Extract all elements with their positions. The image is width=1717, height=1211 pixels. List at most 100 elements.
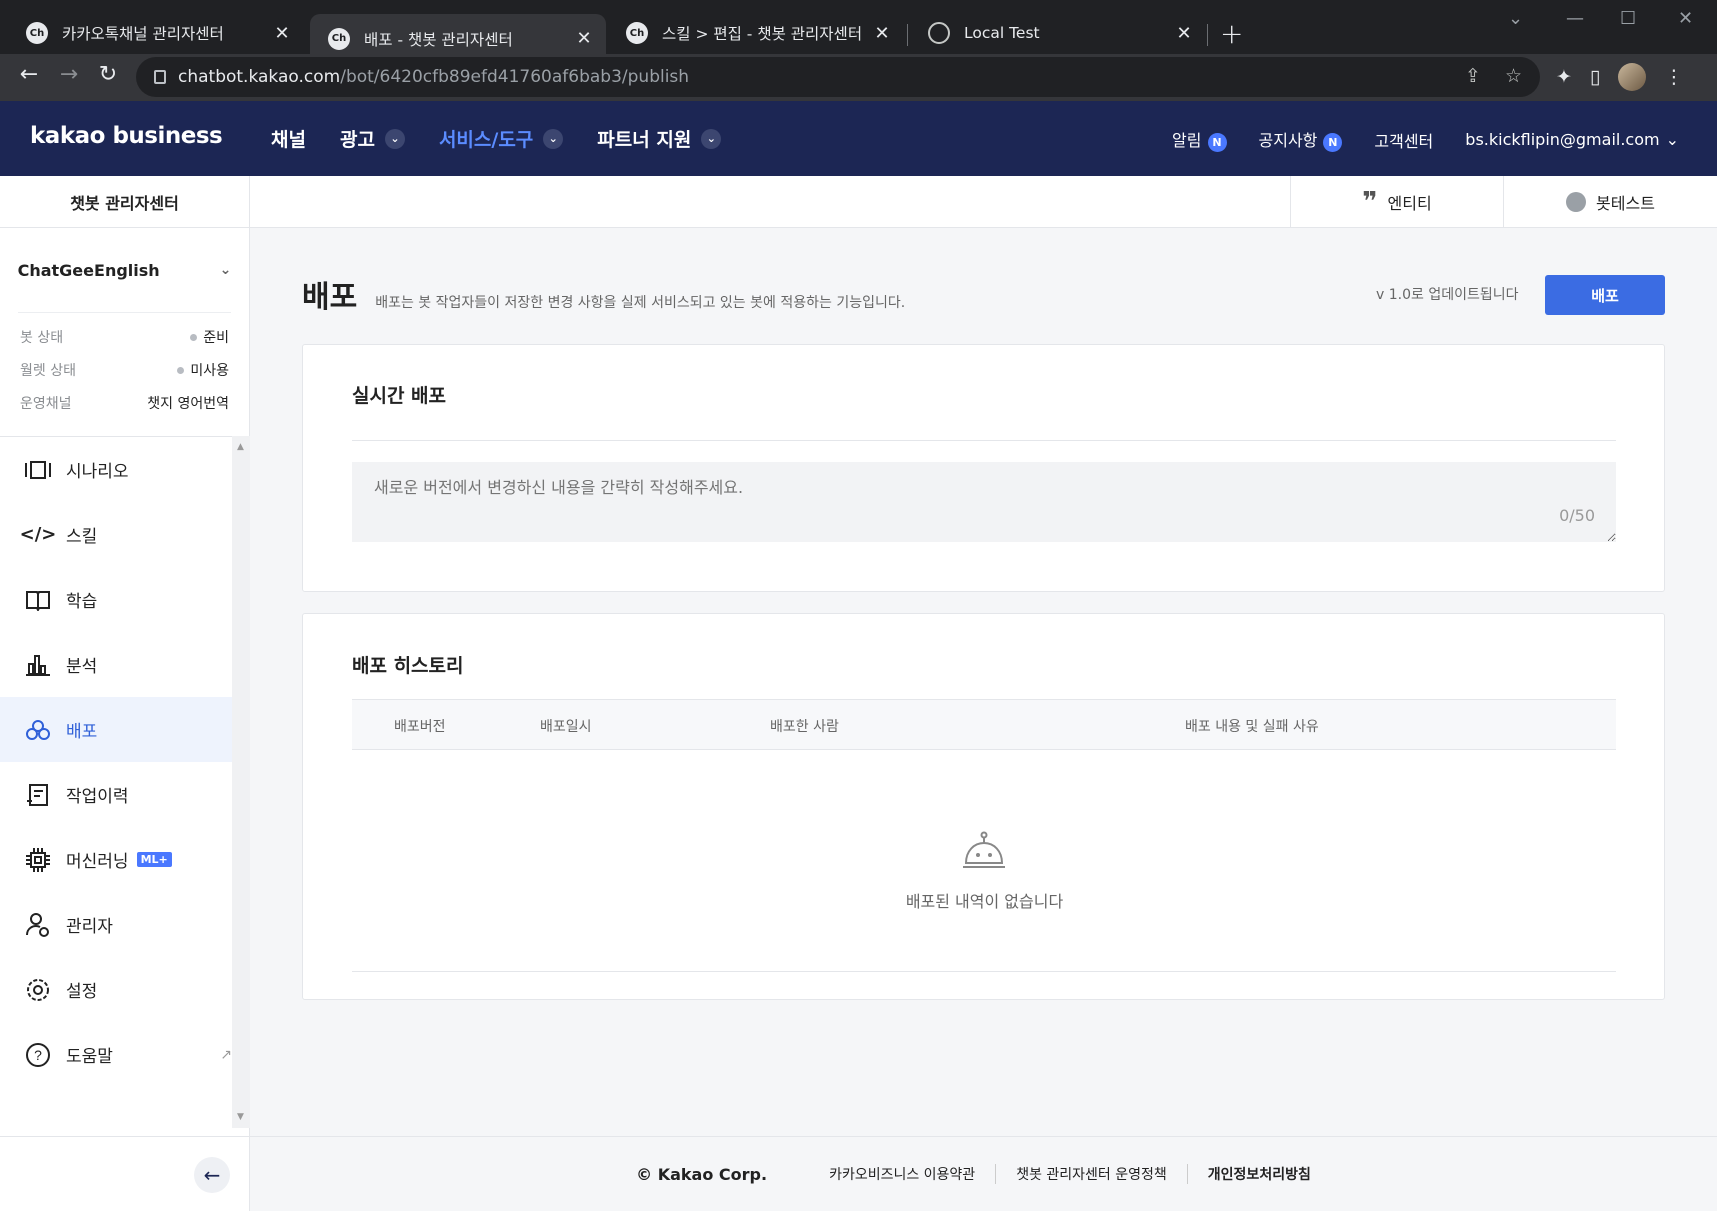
chat-bubble-icon (1566, 192, 1587, 212)
char-counter: 0/50 (1559, 506, 1595, 525)
close-icon[interactable]: ✕ (872, 23, 892, 44)
nav-partner-support[interactable]: 파트너 지원 ⌄ (597, 125, 722, 152)
address-bar[interactable]: chatbot.kakao.com/bot/6420cfb89efd41760a… (136, 57, 1540, 97)
lock-icon (154, 70, 166, 84)
page-footer: © Kakao Corp. 카카오비즈니스 이용약관 챗봇 관리자센터 운영정책… (250, 1136, 1717, 1211)
share-icon[interactable]: ⇪ (1465, 65, 1481, 87)
chevron-down-icon: ⌄ (219, 262, 232, 278)
column-header: 배포 내용 및 실패 사유 (1185, 719, 1319, 735)
minimize-icon[interactable]: — (1566, 8, 1584, 29)
maximize-icon[interactable]: ☐ (1620, 8, 1636, 29)
channel-favicon-icon: Ch (626, 22, 648, 44)
app-body: 챗봇 관리자센터 ChatGeeEnglish ⌄ 봇 상태 준비 월렛 상태 … (0, 176, 1717, 1211)
tab-title: 카카오톡채널 관리자센터 (62, 25, 224, 43)
info-row-bot-status: 봇 상태 준비 (20, 327, 229, 347)
scroll-down-icon[interactable]: ▼ (237, 1112, 244, 1122)
sidebar-item-label: 도움말 (66, 1047, 113, 1067)
empty-state-text: 배포된 내역이 없습니다 (905, 892, 1064, 911)
info-value-text: 준비 (203, 330, 229, 346)
live-deploy-card: 실시간 배포 0/50 (302, 344, 1665, 592)
global-nav: 채널 광고 ⌄ 서비스/도구 ⌄ 파트너 지원 ⌄ (271, 125, 722, 152)
sidebar-scrollbar[interactable]: ▲ ▼ (232, 436, 250, 1128)
sidebar-item-skill[interactable]: </> 스킬 (0, 502, 232, 567)
back-icon[interactable]: ← (10, 62, 48, 87)
footer-link-terms[interactable]: 카카오비즈니스 이용약관 (809, 1164, 995, 1184)
entity-label: 엔티티 (1387, 194, 1432, 213)
tab-title: 배포 - 챗봇 관리자센터 (364, 30, 513, 49)
notice-label: 공지사항 (1258, 131, 1318, 150)
info-row-channel: 운영채널 챗지 영어번역 (20, 393, 229, 413)
sidebar-item-history[interactable]: 작업이력 (0, 762, 232, 827)
notice-link[interactable]: 공지사항 N (1259, 127, 1343, 152)
sidebar-item-analytics[interactable]: 분석 (0, 632, 232, 697)
account-menu[interactable]: bs.kickflipin@gmail.com (1465, 130, 1679, 149)
history-title: 배포 히스토리 (352, 655, 464, 677)
forward-icon[interactable]: → (50, 62, 88, 87)
nav-services-tools[interactable]: 서비스/도구 ⌄ (438, 125, 564, 152)
bot-info: 봇 상태 준비 월렛 상태 미사용 운영채널 챗지 영어번역 (0, 313, 249, 436)
sidebar-item-settings[interactable]: 설정 (0, 957, 232, 1022)
sidebar-item-learning[interactable]: 학습 (0, 567, 232, 632)
info-value: 준비 (190, 327, 229, 347)
close-icon[interactable]: ✕ (272, 23, 292, 44)
sidebar-item-deploy[interactable]: 배포 (0, 697, 232, 762)
alert-link[interactable]: 알림 N (1172, 127, 1227, 152)
reload-icon[interactable]: ↻ (89, 62, 127, 87)
arrow-left-icon: ← (203, 1163, 221, 1187)
robot-empty-icon (963, 831, 1005, 868)
sidebar-menu: 시나리오 </> 스킬 학습 분석 배포 작업이력 머신러닝 ML+ 관리자 설… (0, 436, 232, 1087)
scroll-up-icon[interactable]: ▲ (237, 442, 244, 452)
tab-search-icon[interactable]: ⌄ (1508, 8, 1523, 29)
deploy-history-card: 배포 히스토리 배포버전 배포일시 배포한 사람 배포 내용 및 실패 사유 배… (302, 613, 1665, 1000)
page-title: 배포 (302, 280, 358, 315)
nav-label: 서비스/도구 (438, 129, 534, 151)
close-icon[interactable]: ✕ (1174, 23, 1194, 44)
sidebar-item-machine-learning[interactable]: 머신러닝 ML+ (0, 827, 232, 892)
bot-selector[interactable]: ChatGeeEnglish ⌄ (18, 228, 231, 313)
deploy-notes-input[interactable] (352, 462, 1616, 542)
profile-avatar[interactable] (1618, 63, 1647, 91)
nav-ads[interactable]: 광고 ⌄ (340, 125, 405, 152)
kakao-business-logo[interactable]: kakao business (30, 123, 223, 149)
live-deploy-title: 실시간 배포 (352, 385, 447, 407)
external-link-icon: ↗ (220, 1046, 232, 1063)
support-link[interactable]: 고객센터 (1374, 128, 1433, 152)
browser-tab[interactable]: Ch 카카오톡채널 관리자센터 ✕ (8, 14, 304, 52)
sidebar-item-admin[interactable]: 관리자 (0, 892, 232, 957)
close-icon[interactable]: ✕ (574, 28, 594, 49)
tab-separator (907, 24, 908, 46)
history-table-header: 배포버전 배포일시 배포한 사람 배포 내용 및 실패 사유 (352, 699, 1616, 750)
sidepanel-icon[interactable]: ▯ (1590, 66, 1600, 88)
extensions-icon[interactable]: ✦ (1556, 66, 1572, 88)
browser-tab[interactable]: Local Test ✕ (910, 14, 1206, 52)
new-badge: N (1207, 133, 1227, 152)
tab-title: Local Test (964, 24, 1040, 42)
browser-tab[interactable]: Ch 스킬 > 편집 - 챗봇 관리자센터 ✕ (608, 14, 904, 52)
deploy-button[interactable]: 배포 (1545, 275, 1665, 315)
footer-link-privacy[interactable]: 개인정보처리방침 (1186, 1164, 1331, 1184)
menu-kebab-icon[interactable]: ⋮ (1664, 66, 1683, 88)
column-header: 배포버전 (394, 719, 446, 735)
browser-toolbar-bg: ← → ↻ chatbot.kakao.com/bot/6420cfb89efd… (0, 54, 1717, 100)
bookmark-star-icon[interactable]: ☆ (1505, 65, 1522, 87)
url-path: /bot/6420cfb89efd41760af6bab3/publish (340, 67, 690, 87)
bar-chart-icon (24, 651, 52, 679)
sidebar-item-help[interactable]: ? 도움말 ↗ (0, 1022, 232, 1087)
sidebar-item-label: 설정 (66, 982, 98, 1002)
header-utilities: 알림 N 공지사항 N 고객센터 bs.kickflipin@gmail.com (1172, 127, 1679, 152)
entity-button[interactable]: ❞ 엔티티 (1290, 176, 1503, 228)
sidebar-item-label: 관리자 (66, 917, 113, 937)
collapse-sidebar-button[interactable]: ← (194, 1157, 230, 1193)
close-window-icon[interactable]: ✕ (1678, 8, 1693, 29)
status-dot-icon (177, 366, 185, 374)
svg-text:?: ? (34, 1047, 42, 1063)
nav-channel[interactable]: 채널 (271, 125, 306, 152)
footer-link-policy[interactable]: 챗봇 관리자센터 운영정책 (995, 1164, 1187, 1184)
copyright: © Kakao Corp. (636, 1164, 768, 1184)
new-tab-button[interactable]: + (1220, 17, 1243, 50)
ml-plus-badge: ML+ (136, 852, 172, 867)
tab-title: 스킬 > 편집 - 챗봇 관리자센터 (662, 25, 863, 43)
bottest-button[interactable]: 봇테스트 (1503, 176, 1717, 228)
sidebar-item-scenario[interactable]: 시나리오 (0, 437, 232, 502)
nav-label: 광고 (339, 129, 375, 151)
